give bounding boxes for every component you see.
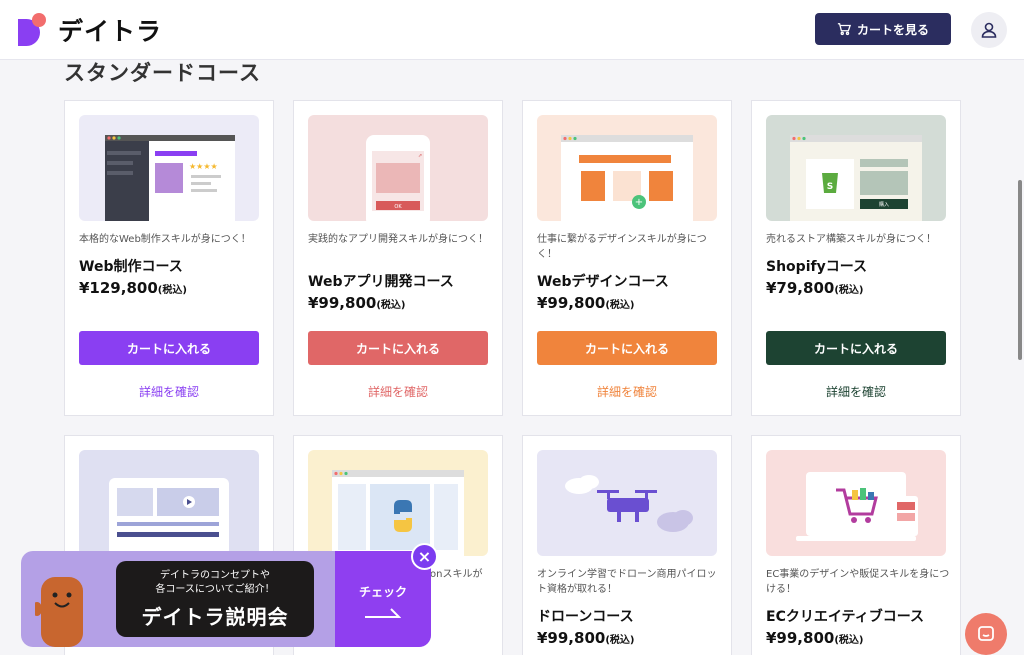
logo[interactable]: デイトラ [18, 12, 162, 48]
logo-mark-icon [18, 13, 48, 47]
add-to-cart-button[interactable]: カートに入れる [308, 331, 488, 365]
section-title: スタンダードコース [64, 61, 261, 85]
course-name: Webデザインコース [537, 274, 669, 290]
course-card-web-app: OK ⇗ 実践的なアプリ開発スキルが身につく！ Webアプリ開発コース ¥99,… [293, 100, 503, 416]
view-cart-button[interactable]: カートを見る [815, 13, 951, 45]
svg-text:+: + [635, 197, 643, 208]
course-card-web-production: ★★★★ 本格的なWeb制作スキルが身につく！ Web制作コース ¥129,80… [64, 100, 274, 416]
chat-icon [978, 626, 994, 641]
scrollbar[interactable] [1018, 180, 1022, 360]
promo-subtitle: デイトラのコンセプトや 各コースについてご紹介！ [155, 570, 275, 595]
svg-text:S: S [827, 182, 833, 192]
view-details-link[interactable]: 詳細を確認 [537, 383, 717, 400]
info-session-banner[interactable]: デイトラのコンセプトや 各コースについてご紹介！ デイトラ説明会 チェック [21, 551, 431, 647]
add-to-cart-button[interactable]: カートに入れる [79, 331, 259, 365]
course-price: ¥99,800(税込) [537, 629, 635, 647]
promo-text-box: デイトラのコンセプトや 各コースについてご紹介！ デイトラ説明会 [116, 561, 314, 637]
user-icon [981, 22, 997, 38]
course-thumbnail [308, 450, 488, 556]
course-name: ECクリエイティブコース [766, 609, 925, 625]
course-tagline: 仕事に繋がるデザインスキルが身につく！ [537, 234, 707, 260]
course-tagline: 売れるストア構築スキルが身につく！ [766, 234, 936, 245]
course-thumbnail [79, 450, 259, 556]
site-header: デイトラ カートを見る [0, 0, 1024, 60]
course-price: ¥129,800(税込) [79, 279, 187, 297]
arrow-right-icon [365, 608, 401, 618]
course-price: ¥99,800(税込) [308, 294, 406, 312]
course-tagline: 実践的なアプリ開発スキルが身につく！ [308, 234, 488, 245]
view-cart-label: カートを見る [856, 22, 929, 37]
cart-icon [837, 23, 851, 36]
course-price: ¥99,800(税込) [537, 294, 635, 312]
view-details-link[interactable]: 詳細を確認 [766, 383, 946, 400]
course-card-shopify: S 購入 売れるストア構築スキルが身につく！ Shopifyコース ¥79,80… [751, 100, 961, 416]
logo-text: デイトラ [58, 17, 163, 46]
course-card-ec-creative: EC事業のデザインや販促スキルを身につける！ ECクリエイティブコース ¥99,… [751, 435, 961, 655]
course-card-drone: オンライン学習でドローン商用パイロット資格が取れる！ ドローンコース ¥99,8… [522, 435, 732, 655]
course-thumbnail [766, 450, 946, 556]
course-thumbnail [537, 450, 717, 556]
svg-text:OK: OK [394, 204, 402, 210]
course-tagline: onスキルが [430, 569, 483, 580]
course-price: ¥79,800(税込) [766, 279, 864, 297]
mascot-icon [35, 577, 83, 647]
svg-text:購入: 購入 [879, 201, 889, 208]
close-banner-button[interactable]: × [411, 543, 438, 570]
svg-text:⇗: ⇗ [418, 153, 422, 159]
account-button[interactable] [971, 12, 1007, 48]
add-to-cart-button[interactable]: カートに入れる [537, 331, 717, 365]
course-name: Web制作コース [79, 259, 183, 275]
view-details-link[interactable]: 詳細を確認 [79, 383, 259, 400]
course-card-web-design: + 仕事に繋がるデザインスキルが身につく！ Webデザインコース ¥99,800… [522, 100, 732, 416]
svg-text:★★★★: ★★★★ [189, 162, 218, 171]
course-thumbnail: ★★★★ [79, 115, 259, 221]
course-price: ¥99,800(税込) [766, 629, 864, 647]
course-name: ドローンコース [537, 609, 634, 625]
course-thumbnail: OK ⇗ [308, 115, 488, 221]
course-tagline: オンライン学習でドローン商用パイロット資格が取れる！ [537, 569, 717, 595]
course-thumbnail: + [537, 115, 717, 221]
promo-title: デイトラ説明会 [141, 605, 289, 629]
course-name: Shopifyコース [766, 259, 868, 275]
chat-button[interactable] [965, 613, 1007, 655]
add-to-cart-button[interactable]: カートに入れる [766, 331, 946, 365]
course-tagline: EC事業のデザインや販促スキルを身につける！ [766, 569, 950, 595]
course-thumbnail: S 購入 [766, 115, 946, 221]
view-details-link[interactable]: 詳細を確認 [308, 383, 488, 400]
course-name: Webアプリ開発コース [308, 274, 454, 290]
course-tagline: 本格的なWeb制作スキルが身につく！ [79, 234, 251, 245]
check-label: チェック [358, 585, 407, 599]
